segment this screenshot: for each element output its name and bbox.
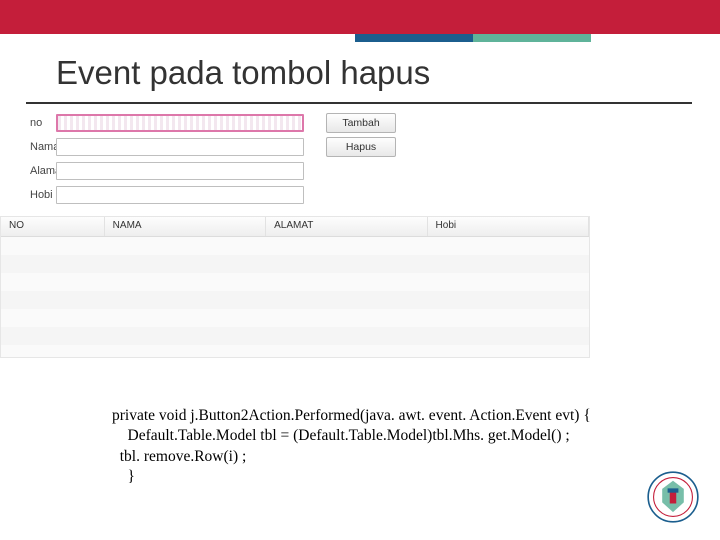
input-nama[interactable] [56,138,304,156]
table: NO NAMA ALAMAT Hobi [0,216,590,358]
form-row: Nama Hapus [0,136,590,158]
table-header-row: NO NAMA ALAMAT Hobi [1,217,589,237]
label-nama: Nama [0,141,56,153]
code-snippet: private void j.Button2Action.Performed(j… [112,406,591,488]
th-nama: NAMA [105,217,266,236]
form-row: Hobi [0,184,590,206]
input-hobi[interactable] [56,186,304,204]
th-hobi: Hobi [428,217,589,236]
label-hobi: Hobi [0,189,56,201]
tambah-button[interactable]: Tambah [326,113,396,133]
label-alamat: Alamat [0,165,56,177]
form-row: Alamat [0,160,590,182]
form-screenshot: no Tambah Nama Hapus Alamat Hobi NO NAMA… [0,112,590,358]
form-row: no Tambah [0,112,590,134]
header-red-bar [0,0,720,34]
th-alamat: ALAMAT [266,217,427,236]
university-logo-icon [646,470,700,524]
table-body [1,237,589,357]
header-accent [355,34,720,42]
input-alamat[interactable] [56,162,304,180]
page-title: Event pada tombol hapus [26,42,692,104]
th-no: NO [1,217,105,236]
label-no: no [0,117,56,129]
hapus-button[interactable]: Hapus [326,137,396,157]
input-no[interactable] [56,114,304,132]
